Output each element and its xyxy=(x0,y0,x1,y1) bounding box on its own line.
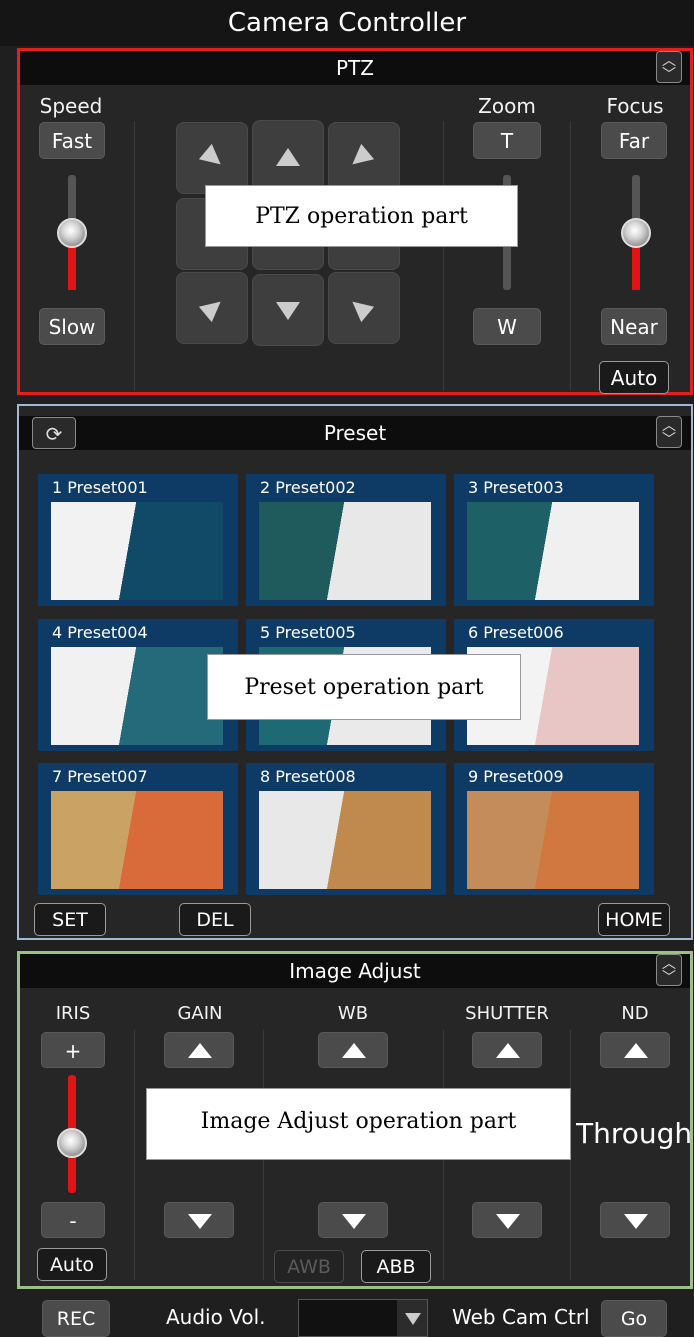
ptz-header: PTZ xyxy=(20,51,690,85)
focus-auto-button[interactable]: Auto xyxy=(599,361,669,394)
nd-down-button[interactable] xyxy=(600,1202,670,1238)
webcam-ctrl-label: Web Cam Ctrl xyxy=(452,1305,590,1329)
chevron-down-icon xyxy=(405,1313,421,1325)
nd-label: ND xyxy=(621,1003,649,1024)
preset-thumbnail xyxy=(467,502,639,600)
focus-far-button[interactable]: Far xyxy=(601,122,667,159)
image-adjust-callout: Image Adjust operation part xyxy=(146,1088,571,1160)
shutter-up-button[interactable] xyxy=(472,1032,542,1068)
webcam-go-button[interactable]: Go xyxy=(601,1300,667,1337)
wb-down-button[interactable] xyxy=(318,1202,388,1238)
arrow-down-icon xyxy=(342,1214,366,1229)
preset-label: 8 Preset008 xyxy=(260,767,356,786)
preset-thumbnail xyxy=(51,791,223,889)
preset-tile[interactable]: 9 Preset009 xyxy=(454,763,654,895)
preset-del-button[interactable]: DEL xyxy=(179,903,251,936)
arrow-down-icon xyxy=(188,1214,212,1229)
window-title: Camera Controller xyxy=(0,0,694,46)
image-adjust-collapse-button[interactable]: ︿ ﹀ xyxy=(656,954,682,986)
preset-label: 6 Preset006 xyxy=(468,623,564,642)
preset-thumbnail xyxy=(51,502,223,600)
arrow-up-icon xyxy=(496,1043,520,1058)
preset-tile[interactable]: 1 Preset001 xyxy=(38,474,238,606)
zoom-tele-button[interactable]: T xyxy=(473,122,541,159)
shutter-label: SHUTTER xyxy=(465,1003,549,1024)
ptz-callout: PTZ operation part xyxy=(205,185,518,247)
refresh-icon: ⟳ xyxy=(45,422,63,446)
arrow-down-icon xyxy=(276,302,300,320)
chevron-down-icon: ﹀ xyxy=(662,432,676,448)
nd-up-button[interactable] xyxy=(600,1032,670,1068)
preset-home-button[interactable]: HOME xyxy=(598,903,670,936)
shutter-down-button[interactable] xyxy=(472,1202,542,1238)
speed-slider-knob[interactable] xyxy=(57,218,87,248)
arrow-down-icon xyxy=(496,1214,520,1229)
preset-thumbnail xyxy=(259,502,431,600)
arrow-up-icon xyxy=(342,1043,366,1058)
preset-tile[interactable]: 8 Preset008 xyxy=(246,763,446,895)
preset-header: Preset xyxy=(19,416,691,450)
preset-label: 7 Preset007 xyxy=(52,767,148,786)
ptz-divider-1 xyxy=(134,121,135,391)
gain-down-button[interactable] xyxy=(164,1202,234,1238)
preset-label: 2 Preset002 xyxy=(260,478,356,497)
iris-minus-button[interactable]: - xyxy=(41,1202,105,1238)
preset-label: 1 Preset001 xyxy=(52,478,148,497)
preset-collapse-button[interactable]: ︿ ﹀ xyxy=(656,416,682,448)
wb-label: WB xyxy=(337,1003,369,1024)
ia-divider-1 xyxy=(134,1030,135,1280)
preset-label: 9 Preset009 xyxy=(468,767,564,786)
ptz-divider-2 xyxy=(443,121,444,391)
preset-thumbnail xyxy=(259,791,431,889)
iris-auto-button[interactable]: Auto xyxy=(37,1248,107,1281)
zoom-label: Zoom xyxy=(478,94,536,118)
preset-thumbnail xyxy=(51,647,223,745)
preset-label: 3 Preset003 xyxy=(468,478,564,497)
audio-dropdown-toggle[interactable] xyxy=(397,1300,427,1336)
preset-tile[interactable]: 2 Preset002 xyxy=(246,474,446,606)
iris-label: IRIS xyxy=(55,1003,91,1024)
preset-refresh-button[interactable]: ⟳ xyxy=(32,417,76,449)
iris-slider-knob[interactable] xyxy=(57,1128,87,1158)
speed-label: Speed xyxy=(39,94,103,118)
preset-callout: Preset operation part xyxy=(207,654,521,720)
nd-value: Through xyxy=(576,1117,693,1150)
preset-label: 4 Preset004 xyxy=(52,623,148,642)
focus-slider-knob[interactable] xyxy=(621,218,651,248)
rec-button[interactable]: REC xyxy=(42,1300,110,1337)
wb-abb-button[interactable]: ABB xyxy=(361,1250,431,1283)
preset-title: Preset xyxy=(323,421,387,445)
chevron-down-icon: ﹀ xyxy=(662,67,676,83)
preset-tile[interactable]: 7 Preset007 xyxy=(38,763,238,895)
image-adjust-header: Image Adjust xyxy=(20,954,690,988)
arrow-up-icon xyxy=(188,1043,212,1058)
preset-thumbnail xyxy=(467,791,639,889)
preset-tile[interactable]: 3 Preset003 xyxy=(454,474,654,606)
wb-up-button[interactable] xyxy=(318,1032,388,1068)
speed-fast-button[interactable]: Fast xyxy=(39,122,105,159)
speed-slow-button[interactable]: Slow xyxy=(39,308,105,345)
ptz-divider-3 xyxy=(570,121,571,391)
wb-awb-button[interactable]: AWB xyxy=(274,1250,344,1283)
preset-label: 5 Preset005 xyxy=(260,623,356,642)
arrow-down-icon xyxy=(624,1214,648,1229)
audio-vol-label: Audio Vol. xyxy=(166,1305,266,1329)
gain-up-button[interactable] xyxy=(164,1032,234,1068)
ptz-collapse-button[interactable]: ︿ ﹀ xyxy=(656,51,682,83)
arrow-up-icon xyxy=(276,148,300,166)
iris-plus-button[interactable]: + xyxy=(41,1032,105,1068)
gain-label: GAIN xyxy=(177,1003,223,1024)
zoom-wide-button[interactable]: W xyxy=(473,308,541,345)
arrow-up-icon xyxy=(624,1043,648,1058)
image-adjust-title: Image Adjust xyxy=(289,959,421,983)
ptz-title: PTZ xyxy=(336,56,374,80)
preset-set-button[interactable]: SET xyxy=(34,903,106,936)
audio-vol-select[interactable] xyxy=(298,1299,428,1337)
focus-label: Focus xyxy=(606,94,664,118)
focus-near-button[interactable]: Near xyxy=(601,308,667,345)
chevron-down-icon: ﹀ xyxy=(662,970,676,986)
